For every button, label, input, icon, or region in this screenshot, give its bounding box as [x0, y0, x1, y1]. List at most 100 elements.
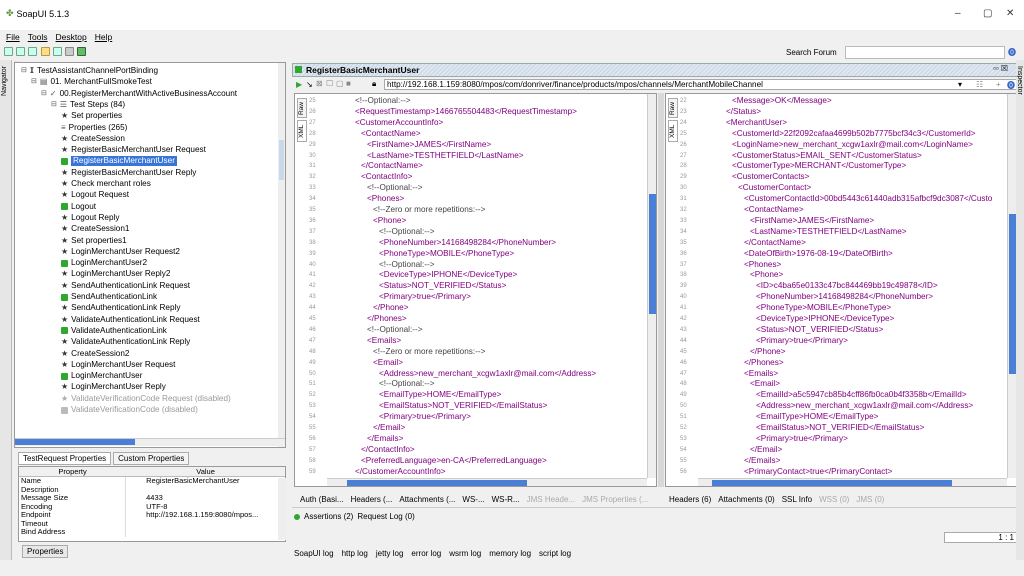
property-row[interactable]: Endpoint http://192.168.1.159:8080/mpos..…	[19, 510, 285, 520]
response-horizontal-scrollbar[interactable]	[698, 478, 1007, 486]
tree-item[interactable]: Logout	[61, 202, 96, 212]
tree-item[interactable]: ★ Set properties1	[61, 236, 127, 246]
tree-item[interactable]: ★ SendAuthenticationLink Request	[61, 281, 190, 291]
trial-icon[interactable]	[52, 47, 62, 56]
new-project-icon[interactable]	[4, 47, 13, 56]
property-column-header[interactable]: Property	[19, 467, 126, 476]
property-value[interactable]: RegisterBasicMerchantUser	[126, 477, 285, 486]
property-value[interactable]: http://192.168.1.159:8080/mpos...	[126, 511, 285, 520]
tree-horizontal-thumb[interactable]	[15, 439, 135, 445]
navigator-strip[interactable]: Navigator	[0, 60, 12, 560]
property-value[interactable]: 4433	[126, 494, 285, 503]
maximize-button[interactable]: ▢	[983, 8, 992, 19]
tree-item[interactable]: SendAuthenticationLink	[61, 292, 157, 302]
add-icon[interactable]: +	[996, 80, 1001, 89]
tree-item[interactable]: ★ Check merchant roles	[61, 179, 151, 189]
save-all-icon[interactable]	[28, 47, 38, 56]
property-row[interactable]: Encoding UTF-8	[19, 502, 285, 512]
create-empty-icon[interactable]: ☐	[326, 79, 333, 88]
format-icon[interactable]: ▢	[336, 79, 344, 88]
request-hscroll-thumb[interactable]	[347, 480, 527, 486]
tab-custom-properties[interactable]: Custom Properties	[113, 452, 190, 465]
cancel-icon[interactable]: ⊠	[316, 79, 323, 88]
editor-window-controls-icon[interactable]: ▫▫ ☒	[993, 64, 1008, 73]
request-raw-tab[interactable]: Raw	[297, 98, 307, 118]
menu-desktop[interactable]: Desktop	[56, 32, 87, 42]
close-button[interactable]: ✕	[1006, 8, 1014, 19]
preferences-icon[interactable]	[65, 47, 75, 56]
property-value[interactable]	[126, 486, 285, 495]
expand-toggle-icon[interactable]: ⊟	[31, 77, 37, 87]
menu-tools[interactable]: Tools	[28, 32, 48, 42]
tree-item[interactable]: ★ RegisterBasicMerchantUser Reply	[61, 168, 196, 178]
proxy-icon[interactable]	[77, 47, 87, 56]
property-row[interactable]: Message Size 4433	[19, 493, 285, 503]
log-tab-error[interactable]: error log	[411, 549, 441, 558]
subtab[interactable]: Headers (...	[351, 495, 393, 504]
request-log-tab[interactable]: Request Log (0)	[357, 512, 414, 521]
tree-item[interactable]: ValidateAuthenticationLink	[61, 326, 167, 336]
tree-item[interactable]: ★ ValidateAuthenticationLink Reply	[61, 337, 190, 347]
expand-toggle-icon[interactable]: ⊟	[51, 100, 57, 110]
request-scrollbar-thumb[interactable]	[649, 194, 656, 314]
tree-item[interactable]: ★ SendAuthenticationLink Reply	[61, 303, 180, 313]
tree-item[interactable]: ★ LoginMerchantUser Reply	[61, 382, 166, 392]
tree-item[interactable]: ⊟ ▤ 01. MerchantFullSmokeTest	[31, 77, 152, 87]
expand-toggle-icon[interactable]: ⊟	[21, 66, 27, 76]
search-forum-input[interactable]	[845, 46, 1005, 59]
property-value[interactable]	[126, 520, 285, 529]
response-vertical-scrollbar[interactable]	[1007, 94, 1016, 478]
tree-item[interactable]: ★ Set properties	[61, 111, 122, 121]
add-to-mockservice-icon[interactable]: ↘	[306, 80, 313, 89]
tree-item[interactable]: LoginMerchantUser2	[61, 258, 147, 268]
log-tab-soapui[interactable]: SoapUI log	[294, 549, 334, 558]
request-xml-pane[interactable]: Raw XML 25 <!--Optional:--> 26 <RequestTime…	[294, 93, 657, 487]
endpoint-dropdown-icon[interactable]: ▾	[958, 80, 962, 89]
tree-item[interactable]: ★ LoginMerchantUser Request2	[61, 247, 180, 257]
help-icon[interactable]: ⓿	[1008, 47, 1016, 58]
subtab[interactable]: SSL Info	[782, 495, 812, 504]
pane-splitter[interactable]	[658, 93, 664, 487]
menu-file[interactable]: File	[6, 32, 20, 42]
tree-scrollbar-thumb[interactable]	[279, 140, 284, 180]
subtab[interactable]: WS-R...	[492, 495, 520, 504]
log-tab-http[interactable]: http log	[342, 549, 368, 558]
layout-icon[interactable]: ☷	[976, 80, 983, 89]
tree-item[interactable]: ★ LoginMerchantUser Reply2	[61, 269, 170, 279]
tree-item[interactable]: ★ CreateSession1	[61, 224, 129, 234]
menu-help[interactable]: Help	[95, 32, 112, 42]
property-row[interactable]: Name RegisterBasicMerchantUser	[19, 476, 285, 486]
import-project-icon[interactable]	[16, 47, 26, 56]
tree-item[interactable]: ★ Logout Request	[61, 190, 129, 200]
tab-testrequest-properties[interactable]: TestRequest Properties	[18, 452, 112, 465]
log-tab-jetty[interactable]: jetty log	[376, 549, 404, 558]
stop-icon[interactable]: ■	[346, 79, 351, 88]
inspector-strip[interactable]: Inspector	[1016, 60, 1024, 560]
property-row[interactable]: Bind Address	[19, 527, 285, 537]
forum-icon[interactable]	[40, 47, 50, 56]
subtab[interactable]: Attachments (0)	[718, 495, 774, 504]
tree-item[interactable]: ⊟ ☰ Test Steps (84)	[51, 100, 125, 110]
tree-item[interactable]: ValidateVerificationCode (disabled)	[61, 405, 198, 415]
log-tab-script[interactable]: script log	[539, 549, 571, 558]
request-vertical-scrollbar[interactable]	[647, 94, 656, 478]
response-hscroll-thumb[interactable]	[712, 480, 952, 486]
response-xml-tab[interactable]: XML	[668, 120, 678, 142]
property-value[interactable]	[126, 528, 285, 537]
subtab[interactable]: Attachments (...	[399, 495, 455, 504]
subtab[interactable]: Headers (6)	[669, 495, 711, 504]
property-value[interactable]: UTF-8	[126, 503, 285, 512]
response-raw-tab[interactable]: Raw	[668, 98, 678, 118]
log-tab-memory[interactable]: memory log	[489, 549, 531, 558]
editor-help-icon[interactable]: ⓿	[1007, 80, 1015, 91]
tree-item[interactable]: ★ CreateSession	[61, 134, 125, 144]
subtab[interactable]: WS-...	[462, 495, 484, 504]
tree-item[interactable]: ★ RegisterBasicMerchantUser Request	[61, 145, 206, 155]
tree-item[interactable]: ★ CreateSession2	[61, 349, 129, 359]
tree-item[interactable]: ≡ Properties (265)	[61, 123, 127, 133]
tree-item[interactable]: ⊟ ✓ 00.RegisterMerchantWithActiveBusinessA…	[41, 89, 237, 99]
expand-toggle-icon[interactable]: ⊟	[41, 89, 47, 99]
run-icon[interactable]: ▶	[296, 80, 302, 89]
tree-scrollbar[interactable]	[278, 63, 285, 447]
tree-item[interactable]: RegisterBasicMerchantUser	[61, 156, 177, 167]
